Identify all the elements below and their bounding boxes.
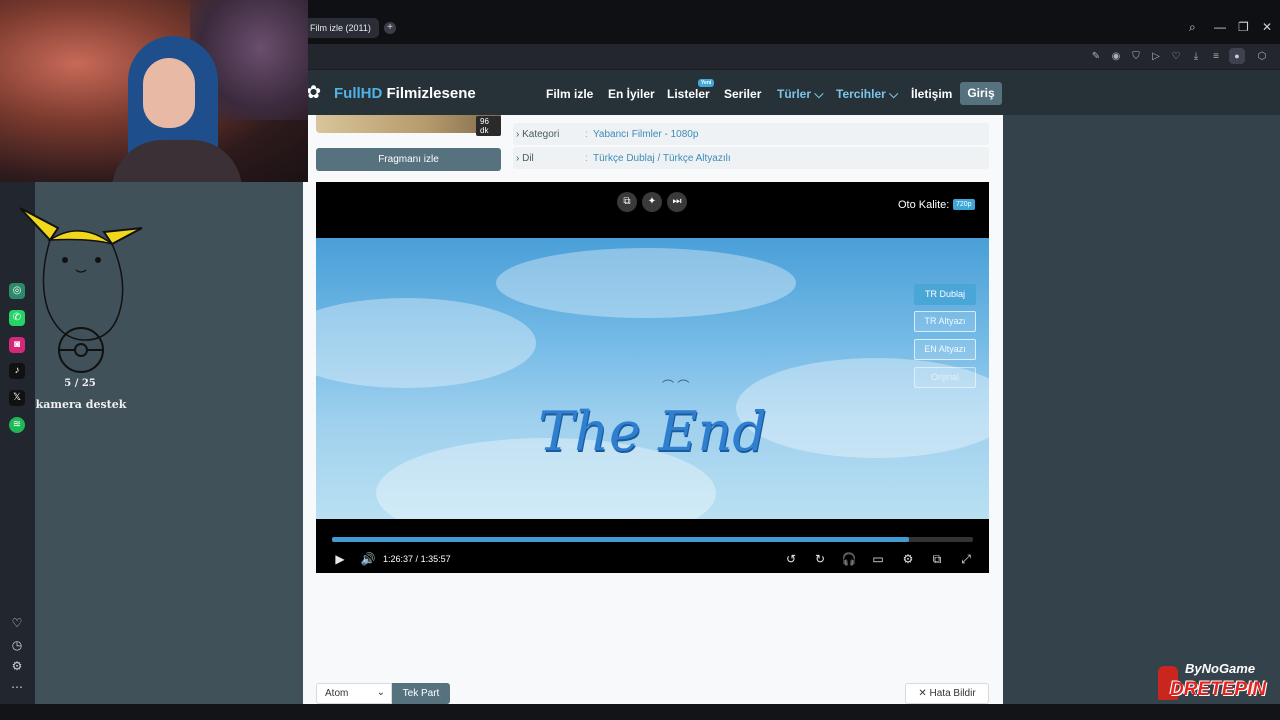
extension-icon[interactable]: ⬡ <box>1255 50 1269 64</box>
restore-icon[interactable]: ❐ <box>1238 20 1249 34</box>
time-display: 1:26:37 / 1:35:57 <box>383 554 451 564</box>
more-icon[interactable]: ⋯ <box>9 679 25 695</box>
goal-progress: 5 / 25 <box>64 378 96 389</box>
headphones-icon[interactable]: 🎧 <box>841 551 857 567</box>
brand-line2: DRETEPIN <box>1170 679 1267 700</box>
quality-label: Oto Kalite: <box>898 199 950 211</box>
player-controls: ▶ 🔊 1:26:37 / 1:35:57 ↺ ↻ 🎧 ▭ ⚙ ⧉ ⤢ <box>316 519 989 573</box>
logo-icon[interactable]: ✿ <box>306 81 326 103</box>
nav-listeler[interactable]: Listeler <box>667 87 710 101</box>
info-row-category: › Kategori : Yabancı Filmler - 1080p <box>513 123 989 145</box>
nav-en-iyiler[interactable]: En İyiler <box>608 87 655 101</box>
player-bottom-bar: Atom ⌄ Tek Part ✕ Hata Bildir <box>316 683 989 704</box>
audio-option-en-altyazi[interactable]: EN Altyazı <box>914 339 976 360</box>
profile-icon[interactable]: ● <box>1229 48 1245 64</box>
captions-icon[interactable]: ▭ <box>870 551 886 567</box>
duration-badge: 96 dk <box>476 116 501 136</box>
cloud <box>316 298 536 388</box>
close-icon[interactable]: ✕ <box>1262 20 1272 34</box>
audio-option-tr-altyazi[interactable]: TR Altyazı <box>914 311 976 332</box>
pikachu-goal-image <box>20 207 143 373</box>
report-button[interactable]: ✕ Hata Bildir <box>905 683 989 704</box>
nav-seriler[interactable]: Seriler <box>724 87 761 101</box>
spotify-icon[interactable]: ≋ <box>9 417 25 433</box>
info-key: › Kategori <box>516 129 560 140</box>
server-label: Atom <box>325 688 349 699</box>
download-icon[interactable]: ⤓ <box>1189 50 1203 64</box>
forward-icon[interactable]: ↻ <box>812 551 828 567</box>
total-time: 1:35:57 <box>420 554 451 564</box>
nav-tercihler[interactable]: Tercihler ⌵ <box>836 87 898 102</box>
progress-bar[interactable] <box>332 537 973 542</box>
audio-option-orijinal[interactable]: Orijinal <box>914 367 976 388</box>
nav-film-izle[interactable]: Film izle <box>546 87 593 101</box>
info-row-language: › Dil : Türkçe Dublaj / Türkçe Altyazılı <box>513 147 989 169</box>
video-player[interactable]: ⧉ ✦ ⏭ Oto Kalite: 720p ⌒ ⌒ The End TR Du… <box>316 182 989 573</box>
bottom-strip <box>0 704 1280 720</box>
audio-option-tr-dublaj[interactable]: TR Dublaj <box>914 284 976 305</box>
chevron-down-icon: ⌄ <box>376 687 385 698</box>
sparkle-icon[interactable]: ✦ <box>642 192 662 212</box>
volume-icon[interactable]: 🔊 <box>360 551 376 567</box>
play-icon[interactable]: ▶ <box>332 551 348 567</box>
trailer-button[interactable]: Fragmanı izle <box>316 148 501 171</box>
webcam-person-face <box>143 58 195 128</box>
logo-part2: Filmizlesene <box>386 85 476 102</box>
goal-label: kamera destek <box>35 398 127 411</box>
gear-icon[interactable]: ⚙ <box>9 658 25 674</box>
website: ✿ FullHD Filmizlesene Film izle En İyile… <box>303 70 1280 704</box>
nav-iletisim[interactable]: İletişim <box>911 87 952 101</box>
play-icon[interactable]: ▷ <box>1149 50 1163 64</box>
site-navbar: ✿ FullHD Filmizlesene Film izle En İyile… <box>303 70 1280 115</box>
language-value[interactable]: Türkçe Dublaj / Türkçe Altyazılı <box>593 153 731 164</box>
cloud <box>496 248 796 318</box>
logo-part1: FullHD <box>334 85 383 102</box>
edit-icon[interactable]: ✎ <box>1089 50 1103 64</box>
minimize-icon[interactable]: — <box>1214 20 1226 34</box>
info-separator: : <box>585 129 588 140</box>
webcam-feed <box>0 0 308 182</box>
movie-poster[interactable]: 96 dk <box>316 115 501 136</box>
time-separator: / <box>415 554 419 564</box>
shield-icon[interactable]: ⛉ <box>1129 50 1143 64</box>
category-key: Kategori <box>522 129 560 140</box>
pip-icon[interactable]: ⧉ <box>617 192 637 212</box>
browser-tab[interactable]: Film izle (2011) <box>305 18 379 38</box>
part-button[interactable]: Tek Part <box>392 683 450 704</box>
new-tab-button[interactable]: + <box>384 22 396 34</box>
info-key: › Dil <box>516 153 534 164</box>
nav-turler[interactable]: Türler ⌵ <box>777 87 823 102</box>
page-content: 96 dk Fragmanı izle › Kategori : Yabancı… <box>303 115 1003 704</box>
menu-icon[interactable]: ≡ <box>1209 50 1223 64</box>
fullscreen-icon[interactable]: ⤢ <box>958 551 974 567</box>
skip-icon[interactable]: ⏭ <box>667 192 687 212</box>
login-button[interactable]: Giriş <box>960 82 1002 105</box>
report-label: Hata Bildir <box>929 688 976 699</box>
brand-line1: ByNoGame <box>1185 661 1256 676</box>
progress-fill <box>332 537 909 542</box>
heart-icon[interactable]: ♡ <box>9 615 25 631</box>
settings-icon[interactable]: ⚙ <box>900 551 916 567</box>
server-select[interactable]: Atom ⌄ <box>316 683 392 704</box>
clock-icon[interactable]: ◷ <box>9 637 25 653</box>
heart-icon[interactable]: ♡ <box>1169 50 1183 64</box>
camera-icon[interactable]: ◉ <box>1109 50 1123 64</box>
info-separator: : <box>585 153 588 164</box>
video-frame[interactable]: ⌒ ⌒ The End TR Dublaj TR Altyazı EN Alty… <box>316 238 989 519</box>
current-time: 1:26:37 <box>383 554 414 564</box>
screen: Film izle (2011) + ⌕ — ❐ ✕ ✎ ◉ ⛉ ▷ ♡ ⤓ ≡… <box>0 0 1280 720</box>
video-title-text: The End <box>538 400 767 463</box>
pip-mode-icon[interactable]: ⧉ <box>929 551 945 567</box>
category-value[interactable]: Yabancı Filmler - 1080p <box>593 129 698 140</box>
quality-badge[interactable]: 720p <box>953 199 975 210</box>
rewind-icon[interactable]: ↺ <box>783 551 799 567</box>
birds: ⌒ ⌒ <box>662 379 690 393</box>
site-logo[interactable]: FullHD Filmizlesene <box>334 85 476 102</box>
language-key: Dil <box>522 153 534 164</box>
search-icon[interactable]: ⌕ <box>1189 20 1196 34</box>
new-badge: Yeni <box>698 79 715 87</box>
